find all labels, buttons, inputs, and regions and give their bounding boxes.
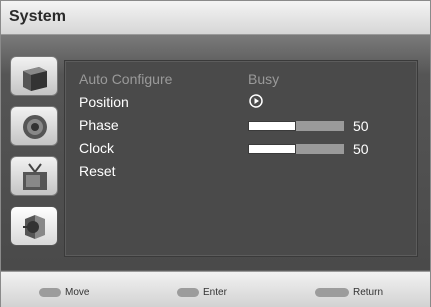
title-bar: System	[1, 1, 430, 35]
phase-slider-fill	[248, 121, 296, 131]
move-hint: Move	[65, 287, 90, 298]
menu-key-icon	[315, 288, 349, 297]
enter-key-icon	[177, 288, 199, 297]
menu-item-position[interactable]: Position	[79, 94, 129, 110]
move-key-icon	[39, 288, 61, 297]
auto-configure-status: Busy	[248, 71, 280, 87]
footer-hints: Move Enter Return	[1, 271, 430, 307]
sound-icon	[23, 115, 47, 139]
phase-value: 50	[353, 118, 369, 134]
osd-window: System Auto Configure Busy Position Phas…	[0, 0, 431, 307]
tv-antenna-icon	[23, 163, 47, 190]
menu-item-clock[interactable]: Clock	[79, 140, 114, 156]
return-hint: Return	[353, 287, 384, 298]
channel-menu-button[interactable]	[10, 156, 58, 196]
window-title: System	[9, 8, 66, 25]
menu-item-phase[interactable]: Phase	[79, 117, 119, 133]
play-circle-icon[interactable]	[249, 94, 263, 108]
clock-value: 50	[353, 141, 369, 157]
picture-icon	[23, 67, 47, 91]
phase-slider[interactable]	[248, 121, 344, 131]
enter-hint: Enter	[203, 287, 227, 298]
menu-item-reset[interactable]: Reset	[79, 163, 116, 179]
system-icon	[23, 215, 45, 239]
sound-menu-button[interactable]	[10, 106, 58, 146]
menu-item-auto-configure[interactable]: Auto Configure	[79, 71, 172, 87]
settings-panel	[64, 60, 418, 257]
system-menu-button[interactable]	[10, 206, 58, 246]
clock-slider-fill	[248, 144, 296, 154]
clock-slider[interactable]	[248, 144, 344, 154]
picture-menu-button[interactable]	[10, 56, 58, 96]
